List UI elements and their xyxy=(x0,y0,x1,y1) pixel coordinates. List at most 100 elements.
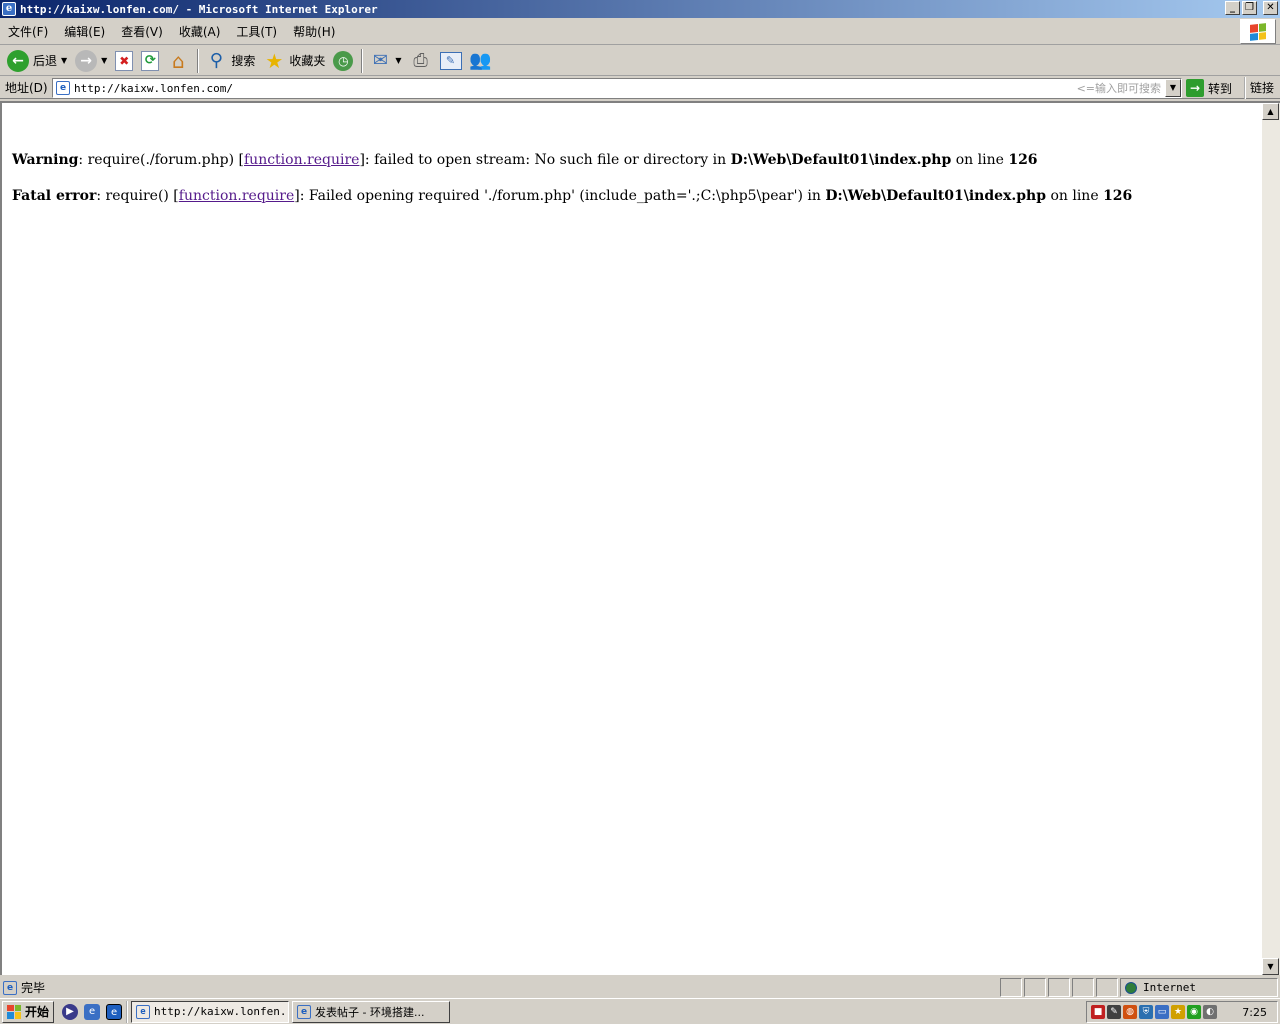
mail-dropdown-icon[interactable]: ▼ xyxy=(395,56,401,65)
warning-text-3: on line xyxy=(951,152,1009,168)
fatal-error-message: Fatal error: require() [function.require… xyxy=(12,187,1252,205)
start-button[interactable]: 开始 xyxy=(2,1000,55,1023)
history-button[interactable]: ◷ xyxy=(330,48,356,74)
back-arrow-icon: ← xyxy=(7,49,29,72)
messenger-button[interactable]: 👥 xyxy=(467,48,495,74)
back-dropdown-icon[interactable]: ▼ xyxy=(61,56,67,65)
status-page-icon: e xyxy=(3,980,17,995)
mail-button[interactable]: ✉ ▼ xyxy=(366,48,404,74)
stop-icon: ✖ xyxy=(115,50,134,71)
menu-favorites[interactable]: 收藏(A) xyxy=(171,22,229,42)
warning-text-2: ]: failed to open stream: No such file o… xyxy=(359,152,731,168)
menu-bar: 文件(F) 编辑(E) 查看(V) 收藏(A) 工具(T) 帮助(H) xyxy=(0,19,1280,45)
security-zone[interactable]: Internet xyxy=(1120,978,1278,997)
links-button[interactable]: 链接 xyxy=(1244,77,1274,99)
search-label: 搜索 xyxy=(231,54,256,68)
printer-icon: ⎙ xyxy=(413,50,428,71)
fatal-text-3: on line xyxy=(1046,188,1104,204)
clock: 7:25 xyxy=(1242,1005,1267,1019)
task-label: http://kaixw.lonfen... xyxy=(154,1005,290,1018)
monitor-icon[interactable]: ▭ xyxy=(1155,1005,1169,1019)
antivirus-icon[interactable]: ◉ xyxy=(1187,1005,1201,1019)
print-button[interactable]: ⎙ xyxy=(407,48,435,74)
status-panel xyxy=(1024,978,1046,997)
scroll-down-icon[interactable]: ▼ xyxy=(1262,958,1279,975)
fatal-label: Fatal error xyxy=(12,188,97,204)
home-button[interactable]: ⌂ xyxy=(164,48,192,74)
title-bar[interactable]: e http://kaixw.lonfen.com/ - Microsoft I… xyxy=(0,0,1280,18)
tray-app-icon[interactable]: ■ xyxy=(1091,1005,1105,1019)
status-panel xyxy=(1072,978,1094,997)
shield-icon[interactable]: ⛨ xyxy=(1139,1005,1153,1019)
function-require-link[interactable]: function.require xyxy=(244,152,359,168)
forward-button[interactable]: → ▼ xyxy=(72,48,110,74)
ie-page-icon: e xyxy=(297,1004,312,1019)
standard-toolbar: ← 后退 ▼ → ▼ ✖ ⟳ ⌂ ⚲ 搜索 ★ 收藏夹 ◷ ✉ ▼ ⎙ ✎ 👥 xyxy=(0,46,1280,76)
stop-button[interactable]: ✖ xyxy=(112,48,136,74)
status-bar: e 完毕 Internet xyxy=(0,977,1280,998)
menu-tools[interactable]: 工具(T) xyxy=(228,22,285,42)
history-icon: ◷ xyxy=(333,50,354,71)
star-icon[interactable]: ★ xyxy=(1171,1005,1185,1019)
menu-edit[interactable]: 编辑(E) xyxy=(56,22,113,42)
window-controls: _ ❐ ✕ xyxy=(1225,1,1278,15)
warning-label: Warning xyxy=(12,152,79,168)
warning-message: Warning: require(./forum.php) [function.… xyxy=(12,133,1252,169)
taskbar-item-post[interactable]: e 发表帖子 - 环境搭建... xyxy=(292,1000,451,1023)
taskbar-item-ie[interactable]: e http://kaixw.lonfen... xyxy=(131,1000,290,1023)
status-text: 完毕 xyxy=(21,981,46,995)
ie-icon[interactable]: e xyxy=(84,1003,101,1020)
windows-logo-icon xyxy=(7,1004,21,1019)
media-player-icon[interactable]: ▶ xyxy=(62,1003,79,1020)
browser-icon[interactable]: e xyxy=(106,1003,123,1020)
search-button[interactable]: ⚲ 搜索 xyxy=(202,48,258,74)
pen-icon[interactable]: ✎ xyxy=(1107,1005,1121,1019)
start-label: 开始 xyxy=(25,1005,50,1019)
vertical-scrollbar[interactable]: ▲ ▼ xyxy=(1262,101,1280,975)
address-url[interactable]: http://kaixw.lonfen.com/ xyxy=(74,82,233,95)
minimize-button[interactable]: _ xyxy=(1225,1,1240,15)
ie-window: e http://kaixw.lonfen.com/ - Microsoft I… xyxy=(0,0,1280,998)
restore-button[interactable]: ❐ xyxy=(1242,1,1257,15)
refresh-icon: ⟳ xyxy=(141,50,160,71)
task-label: 发表帖子 - 环境搭建... xyxy=(315,1005,425,1019)
refresh-button[interactable]: ⟳ xyxy=(138,48,162,74)
address-bar: 地址(D) e http://kaixw.lonfen.com/ <=输入即可搜… xyxy=(0,77,1280,99)
status-panel xyxy=(1000,978,1022,997)
system-tray: ■ ✎ ◍ ⛨ ▭ ★ ◉ ◐ 7:25 xyxy=(1086,1001,1278,1023)
network-icon[interactable]: ◍ xyxy=(1123,1005,1137,1019)
edit-page-icon: ✎ xyxy=(439,51,462,70)
menu-help[interactable]: 帮助(H) xyxy=(285,22,343,42)
toolbar-separator xyxy=(197,48,200,73)
home-icon: ⌂ xyxy=(171,48,185,73)
search-icon: ⚲ xyxy=(209,50,223,71)
scroll-up-icon[interactable]: ▲ xyxy=(1262,103,1279,120)
close-button[interactable]: ✕ xyxy=(1263,1,1278,15)
fatal-file-path: D:\Web\Default01\index.php xyxy=(825,188,1046,204)
go-label: 转到 xyxy=(1208,81,1233,96)
windows-logo-icon xyxy=(1240,19,1276,44)
back-button[interactable]: ← 后退 ▼ xyxy=(4,48,70,74)
search-hint: <=输入即可搜索 xyxy=(1076,82,1161,95)
back-label: 后退 xyxy=(33,54,58,68)
go-arrow-icon: → xyxy=(1186,79,1204,97)
status-panel xyxy=(1096,978,1118,997)
ie-icon[interactable]: e xyxy=(2,2,16,16)
forward-dropdown-icon[interactable]: ▼ xyxy=(101,56,107,65)
taskbar: 开始 ▶ e e e http://kaixw.lonfen... e 发表帖子… xyxy=(0,998,1280,1024)
address-input[interactable]: e http://kaixw.lonfen.com/ <=输入即可搜索 ▼ xyxy=(52,78,1182,98)
fatal-text-1: : require() [ xyxy=(96,188,179,204)
warning-text-1: : require(./forum.php) [ xyxy=(78,152,244,168)
menu-file[interactable]: 文件(F) xyxy=(0,22,56,42)
menu-view[interactable]: 查看(V) xyxy=(113,22,171,42)
mail-icon: ✉ xyxy=(372,50,388,71)
page-content: Warning: require(./forum.php) [function.… xyxy=(0,101,1262,975)
function-require-link[interactable]: function.require xyxy=(179,188,294,204)
edit-button[interactable]: ✎ xyxy=(437,48,465,74)
star-icon: ★ xyxy=(265,48,284,73)
go-button[interactable]: → 转到 xyxy=(1186,78,1232,98)
address-dropdown-icon[interactable]: ▼ xyxy=(1165,79,1181,97)
speaker-icon[interactable]: ◐ xyxy=(1203,1005,1217,1019)
favorites-button[interactable]: ★ 收藏夹 xyxy=(260,48,328,74)
messenger-icon: 👥 xyxy=(469,50,492,71)
